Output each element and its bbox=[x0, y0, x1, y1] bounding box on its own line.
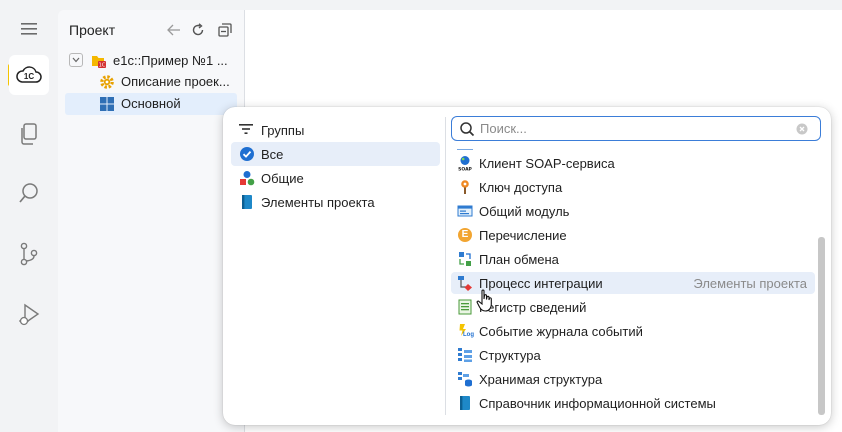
list-item-label: Структура bbox=[479, 348, 541, 363]
enum-icon: E bbox=[457, 227, 473, 243]
key-pin-icon bbox=[457, 179, 473, 195]
structure-icon bbox=[457, 347, 473, 363]
info-register-icon bbox=[457, 299, 473, 315]
book-icon bbox=[239, 194, 255, 210]
list-item-soap-client[interactable]: SOAP Клиент SOAP-сервиса bbox=[451, 152, 815, 174]
list-item-enum[interactable]: E Перечисление bbox=[451, 224, 815, 246]
svg-text:1С: 1С bbox=[99, 63, 106, 69]
groups-column: Группы Все Общие Элементы проекта bbox=[223, 107, 445, 425]
group-project-elements[interactable]: Элементы проекта bbox=[231, 190, 440, 214]
menu-icon[interactable] bbox=[9, 9, 49, 49]
tree-item-description[interactable]: Описание проек... bbox=[65, 71, 237, 93]
list-item-access-key[interactable]: Ключ доступа bbox=[451, 176, 815, 198]
log-badge: Log bbox=[463, 332, 474, 338]
catalog-icon bbox=[457, 395, 473, 411]
group-label: Общие bbox=[261, 170, 304, 186]
1c-cloud-icon[interactable]: 1С bbox=[9, 55, 49, 95]
list-item-log-event[interactable]: Log Событие журнала событий bbox=[451, 320, 815, 342]
run-debug-icon[interactable] bbox=[9, 295, 49, 335]
group-all[interactable]: Все bbox=[231, 142, 440, 166]
activity-bar: 1С bbox=[0, 0, 58, 432]
list-item-label: Справочник информационной системы bbox=[479, 396, 716, 411]
list-item-info-register[interactable]: Регистр сведений bbox=[451, 296, 815, 318]
clear-icon[interactable] bbox=[796, 123, 808, 135]
tree-item-project[interactable]: 1С е1с::Пример №1 ... bbox=[65, 50, 237, 72]
list-item-catalog[interactable]: Справочник информационной системы bbox=[451, 392, 815, 414]
group-label: Все bbox=[261, 146, 284, 162]
search-icon bbox=[459, 121, 475, 137]
grid-icon bbox=[99, 96, 115, 112]
list-item-common-module[interactable]: Общий модуль bbox=[451, 200, 815, 222]
list-scrollbar[interactable] bbox=[818, 237, 825, 415]
log-event-icon: Log bbox=[457, 323, 474, 339]
list-item-label: Клиент SOAP-сервиса bbox=[479, 156, 615, 171]
back-arrow-icon[interactable] bbox=[166, 22, 182, 38]
refresh-icon[interactable] bbox=[190, 22, 206, 38]
search-icon[interactable] bbox=[9, 173, 49, 213]
element-type-list: SOAP Клиент SOAP-сервиса Ключ доступа Об… bbox=[447, 149, 815, 419]
search-box[interactable] bbox=[451, 116, 821, 141]
groups-title: Группы bbox=[261, 122, 305, 138]
add-element-popup: Группы Все Общие Элементы проекта Поиск.… bbox=[223, 107, 831, 425]
groups-header: Группы bbox=[239, 121, 304, 139]
popup-divider bbox=[445, 117, 446, 415]
list-item-label: Общий модуль bbox=[479, 204, 570, 219]
search-input[interactable] bbox=[480, 120, 790, 137]
list-item-structure[interactable]: Структура bbox=[451, 344, 815, 366]
tree-item-label: Основной bbox=[121, 96, 181, 111]
chevron-down-icon[interactable] bbox=[69, 53, 83, 67]
group-label: Элементы проекта bbox=[261, 194, 375, 210]
hand-cursor-icon bbox=[476, 289, 496, 313]
source-control-icon[interactable] bbox=[9, 234, 49, 274]
tree-item-main[interactable]: Основной bbox=[65, 93, 237, 115]
integration-process-icon bbox=[457, 275, 473, 291]
module-icon bbox=[457, 203, 473, 219]
cut-icon bbox=[457, 149, 473, 150]
filter-icon bbox=[239, 123, 253, 138]
list-item-label: Хранимая структура bbox=[479, 372, 603, 387]
list-item-label: Событие журнала событий bbox=[479, 324, 643, 339]
list-item-exchange-plan[interactable]: План обмена bbox=[451, 248, 815, 270]
project-folder-icon: 1С bbox=[91, 53, 107, 69]
list-item-label: Перечисление bbox=[479, 228, 567, 243]
exchange-plan-icon bbox=[457, 251, 473, 267]
tree-item-label: Описание проек... bbox=[121, 74, 230, 89]
copy-files-icon[interactable] bbox=[9, 114, 49, 154]
shapes-icon bbox=[239, 170, 255, 186]
enum-badge: E bbox=[461, 229, 469, 240]
panel-title: Проект bbox=[69, 22, 116, 38]
soap-icon: SOAP bbox=[457, 155, 473, 173]
stored-structure-icon bbox=[457, 371, 473, 387]
tree-item-label: е1с::Пример №1 ... bbox=[113, 53, 228, 68]
list-item-label: Процесс интеграции bbox=[479, 276, 603, 291]
check-circle-icon bbox=[239, 146, 255, 162]
svg-text:SOAP: SOAP bbox=[458, 167, 472, 172]
1c-label: 1С bbox=[23, 72, 35, 81]
list-item-label: Ключ доступа bbox=[479, 180, 563, 195]
group-common[interactable]: Общие bbox=[231, 166, 440, 190]
list-item-label: План обмена bbox=[479, 252, 559, 267]
gear-icon bbox=[99, 74, 115, 90]
list-item-integration-process[interactable]: Процесс интеграции Элементы проекта bbox=[451, 272, 815, 294]
collapse-all-icon[interactable] bbox=[217, 22, 233, 38]
list-item-stored-structure[interactable]: Хранимая структура bbox=[451, 368, 815, 390]
project-panel: Проект 1С е1с::Пример №1 ... Описание пр… bbox=[58, 10, 245, 432]
list-item-category: Элементы проекта bbox=[693, 276, 807, 291]
